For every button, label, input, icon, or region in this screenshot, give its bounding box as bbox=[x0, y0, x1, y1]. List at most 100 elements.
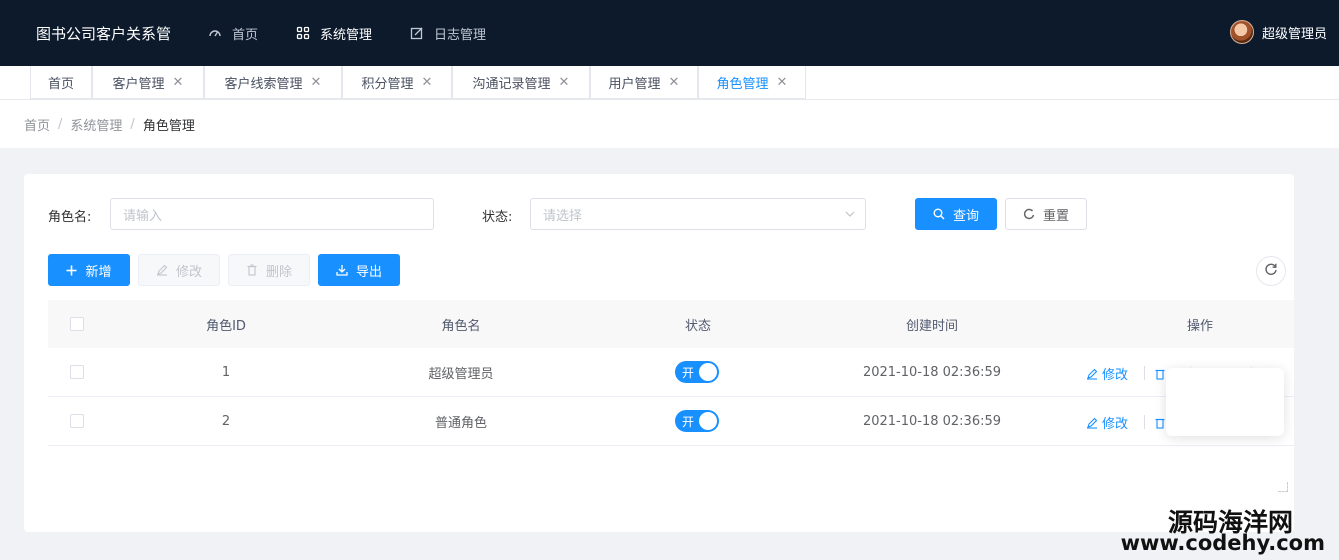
delete-button[interactable]: 删除 bbox=[228, 254, 310, 286]
cell-role-name: 超级管理员 bbox=[428, 366, 494, 382]
breadcrumb-home[interactable]: 首页 bbox=[24, 115, 50, 134]
tag-home[interactable]: 首页 bbox=[30, 66, 92, 99]
breadcrumb-separator: / bbox=[58, 116, 63, 132]
cell-role-id: 1 bbox=[221, 364, 231, 380]
status-switch[interactable]: 开 bbox=[675, 410, 719, 432]
column-header-created: 创建时间 bbox=[905, 318, 958, 334]
role-name-label: 角色名: bbox=[48, 210, 92, 225]
switch-knob bbox=[699, 363, 717, 381]
switch-text: 开 bbox=[682, 414, 695, 429]
edit-label: 修改 bbox=[175, 264, 202, 280]
column-header-role-id: 角色ID bbox=[206, 318, 246, 334]
top-navbar: 图书公司客户关系管 首页 系统管理 日志管理 超级管理员 bbox=[0, 0, 1339, 66]
tag-label: 沟通记录管理 bbox=[472, 76, 551, 92]
nav-item-log[interactable]: 日志管理 bbox=[410, 24, 486, 43]
nav-item-home[interactable]: 首页 bbox=[208, 24, 258, 43]
avatar[interactable] bbox=[1229, 20, 1254, 44]
pencil-icon bbox=[1087, 417, 1098, 429]
table-header: 角色ID 角色名 状态 创建时间 操作 bbox=[48, 300, 1294, 348]
breadcrumb: 首页 / 系统管理 / 角色管理 bbox=[0, 100, 1339, 148]
chevron-down-icon bbox=[845, 208, 855, 218]
edit-log-icon bbox=[410, 26, 424, 40]
dashboard-icon bbox=[208, 26, 222, 40]
table-row: 1 超级管理员 开 2021-10-18 02:36:59 修改 删除 » 更多 bbox=[48, 348, 1294, 397]
switch-knob bbox=[699, 412, 717, 430]
user-name: 超级管理员 bbox=[1261, 26, 1327, 42]
watermark-url: www.codehy.com bbox=[1120, 531, 1325, 555]
pencil-icon bbox=[1087, 368, 1098, 380]
edit-button[interactable]: 修改 bbox=[138, 254, 220, 286]
status-select[interactable]: 请选择 bbox=[530, 198, 866, 230]
query-label: 查询 bbox=[952, 208, 979, 224]
reset-icon bbox=[1023, 208, 1035, 220]
tag-label: 用户管理 bbox=[608, 76, 661, 92]
nav-item-system[interactable]: 系统管理 bbox=[296, 24, 372, 43]
close-icon[interactable]: ✕ bbox=[173, 75, 184, 90]
nav-item-label: 系统管理 bbox=[320, 27, 373, 43]
dropdown-popover bbox=[1166, 368, 1284, 436]
export-label: 导出 bbox=[355, 264, 382, 280]
breadcrumb-system[interactable]: 系统管理 bbox=[70, 115, 122, 134]
tag-customer-leads[interactable]: 客户线索管理 ✕ bbox=[204, 66, 342, 99]
add-label: 新增 bbox=[85, 264, 112, 280]
tag-users[interactable]: 用户管理 ✕ bbox=[590, 66, 698, 99]
row-edit-label: 修改 bbox=[1102, 368, 1129, 383]
divider bbox=[1144, 366, 1145, 380]
main-nav: 首页 系统管理 日志管理 bbox=[208, 24, 524, 43]
divider bbox=[1144, 415, 1145, 429]
close-icon[interactable]: ✕ bbox=[422, 75, 433, 90]
query-button[interactable]: 查询 bbox=[915, 198, 997, 230]
column-header-role-name: 角色名 bbox=[441, 318, 481, 334]
export-button[interactable]: 导出 bbox=[318, 254, 400, 286]
close-icon[interactable]: ✕ bbox=[559, 75, 570, 90]
close-icon[interactable]: ✕ bbox=[669, 75, 680, 90]
tag-customer[interactable]: 客户管理 ✕ bbox=[92, 66, 204, 99]
row-checkbox[interactable] bbox=[70, 365, 84, 379]
close-icon[interactable]: ✕ bbox=[311, 75, 322, 90]
main-card: 角色名: 请输入 状态: 请选择 查询 重置 新增 修改 删除 导出 角色ID … bbox=[24, 174, 1294, 532]
trash-icon bbox=[246, 264, 258, 276]
select-all-checkbox[interactable] bbox=[70, 317, 84, 331]
role-name-placeholder: 请输入 bbox=[123, 208, 163, 224]
tag-label: 角色管理 bbox=[716, 76, 769, 92]
status-placeholder: 请选择 bbox=[543, 208, 583, 224]
tag-roles[interactable]: 角色管理 ✕ bbox=[698, 66, 806, 99]
resize-handle bbox=[1278, 482, 1288, 492]
row-edit-label: 修改 bbox=[1102, 417, 1129, 432]
user-menu[interactable]: 超级管理员 bbox=[1229, 20, 1327, 44]
column-header-status: 状态 bbox=[684, 318, 711, 334]
tag-label: 客户管理 bbox=[112, 76, 165, 92]
breadcrumb-separator: / bbox=[130, 116, 135, 132]
row-edit-link[interactable]: 修改 bbox=[1086, 364, 1128, 383]
switch-text: 开 bbox=[682, 365, 695, 380]
close-icon[interactable]: ✕ bbox=[777, 75, 788, 90]
role-name-input[interactable]: 请输入 bbox=[110, 198, 434, 230]
nav-item-label: 首页 bbox=[232, 27, 259, 43]
tag-communication[interactable]: 沟通记录管理 ✕ bbox=[452, 66, 590, 99]
tag-label: 客户线索管理 bbox=[224, 76, 303, 92]
tag-points[interactable]: 积分管理 ✕ bbox=[342, 66, 452, 99]
cell-role-id: 2 bbox=[221, 413, 231, 429]
status-switch[interactable]: 开 bbox=[675, 361, 719, 383]
cell-created-time: 2021-10-18 02:36:59 bbox=[862, 364, 1002, 380]
app-title: 图书公司客户关系管 bbox=[36, 24, 172, 43]
tags-view: 首页 客户管理 ✕ 客户线索管理 ✕ 积分管理 ✕ 沟通记录管理 ✕ 用户管理 ✕ 角色管… bbox=[0, 66, 1339, 100]
row-checkbox[interactable] bbox=[70, 414, 84, 428]
reset-label: 重置 bbox=[1042, 208, 1069, 224]
column-header-actions: 操作 bbox=[1186, 318, 1213, 334]
delete-label: 删除 bbox=[265, 264, 292, 280]
add-button[interactable]: 新增 bbox=[48, 254, 130, 286]
plus-icon bbox=[66, 265, 77, 276]
reset-button[interactable]: 重置 bbox=[1005, 198, 1087, 230]
refresh-button[interactable] bbox=[1256, 256, 1286, 286]
tag-label: 首页 bbox=[47, 76, 74, 92]
status-label: 状态: bbox=[482, 210, 513, 225]
trash-icon bbox=[1155, 418, 1165, 429]
cell-role-name: 普通角色 bbox=[434, 415, 487, 431]
refresh-icon bbox=[1264, 262, 1278, 280]
cell-created-time: 2021-10-18 02:36:59 bbox=[862, 413, 1002, 429]
row-edit-link[interactable]: 修改 bbox=[1086, 413, 1128, 432]
table-row: 2 普通角色 开 2021-10-18 02:36:59 修改 删除 » 更多 bbox=[48, 397, 1294, 446]
tag-label: 积分管理 bbox=[361, 76, 414, 92]
pencil-icon bbox=[156, 264, 168, 276]
